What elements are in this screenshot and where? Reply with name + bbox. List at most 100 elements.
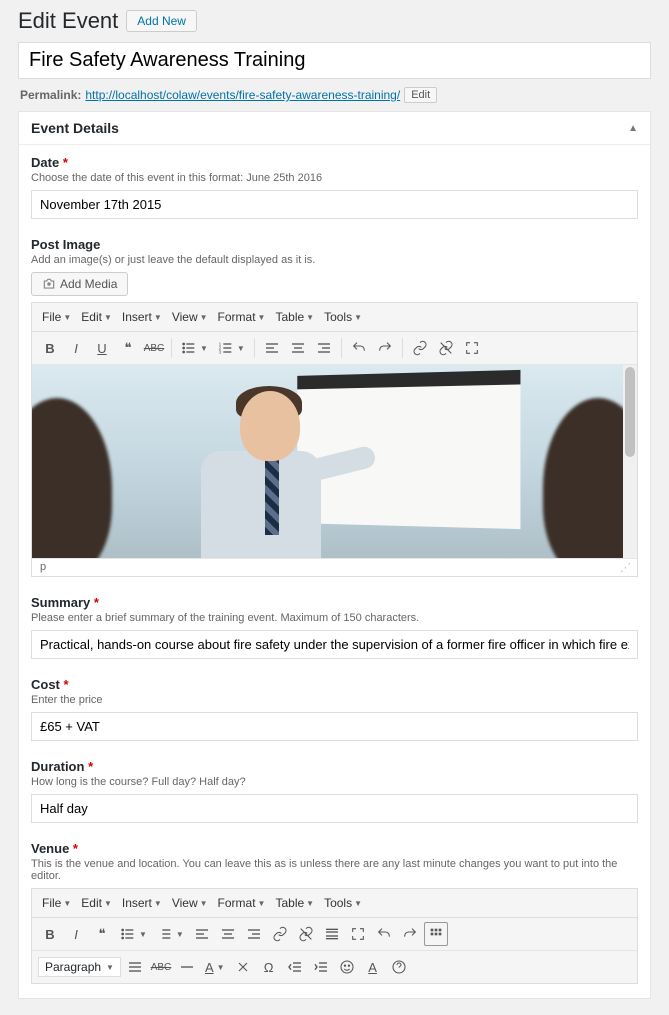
date-input[interactable]	[31, 190, 638, 219]
blockquote-icon[interactable]: ❝	[90, 922, 114, 946]
cost-input[interactable]	[31, 712, 638, 741]
menu-tools[interactable]: Tools▼	[320, 307, 366, 327]
bullet-list-icon[interactable]: ▼	[177, 336, 212, 360]
menu-file[interactable]: File▼	[38, 893, 75, 913]
menu-format[interactable]: Format▼	[214, 307, 270, 327]
field-summary: Summary * Please enter a brief summary o…	[31, 595, 638, 659]
date-desc: Choose the date of this event in this fo…	[31, 172, 638, 184]
required-icon: *	[63, 155, 68, 170]
post-image-editor: File▼ Edit▼ Insert▼ View▼ Format▼ Table▼…	[31, 302, 638, 577]
event-title-input[interactable]	[18, 42, 651, 79]
align-right-icon[interactable]	[242, 922, 266, 946]
required-icon: *	[94, 595, 99, 610]
duration-input[interactable]	[31, 794, 638, 823]
permalink-link[interactable]: http://localhost/colaw/events/fire-safet…	[85, 88, 400, 102]
align-center-icon[interactable]	[216, 922, 240, 946]
editor-toolbar-row1: B I ❝ ▼ ▼	[32, 918, 637, 951]
cost-desc: Enter the price	[31, 694, 638, 706]
fullscreen-icon[interactable]	[460, 336, 484, 360]
paragraph-format-select[interactable]: Paragraph▼	[38, 957, 121, 977]
editor-path[interactable]: p	[40, 561, 46, 574]
link-icon[interactable]	[268, 922, 292, 946]
menu-file[interactable]: File▼	[38, 307, 75, 327]
field-post-image: Post Image Add an image(s) or just leave…	[31, 237, 638, 577]
page-title: Edit Event	[18, 8, 118, 34]
unlink-icon[interactable]	[434, 336, 458, 360]
menu-insert[interactable]: Insert▼	[118, 307, 166, 327]
duration-label: Duration	[31, 759, 84, 774]
numbered-list-icon[interactable]: 123▼	[214, 336, 249, 360]
content-image[interactable]	[32, 365, 623, 558]
permalink-edit-button[interactable]: Edit	[404, 87, 437, 103]
metabox-header[interactable]: Event Details ▲	[19, 112, 650, 145]
align-left-icon[interactable]	[260, 336, 284, 360]
menu-table[interactable]: Table▼	[271, 893, 318, 913]
menu-table[interactable]: Table▼	[271, 307, 318, 327]
menu-format[interactable]: Format▼	[214, 893, 270, 913]
editor-toolbar-row2: Paragraph▼ ABC A▼ Ω A	[32, 951, 637, 983]
fullscreen-icon[interactable]	[346, 922, 370, 946]
outdent-icon[interactable]	[283, 955, 307, 979]
add-media-button[interactable]: Add Media	[31, 272, 128, 296]
align-justify-icon[interactable]	[123, 955, 147, 979]
date-label: Date	[31, 155, 59, 170]
media-icon	[42, 277, 56, 291]
summary-label: Summary	[31, 595, 90, 610]
menu-edit[interactable]: Edit▼	[77, 307, 116, 327]
venue-desc: This is the venue and location. You can …	[31, 858, 638, 882]
editor-scrollbar[interactable]	[623, 365, 637, 558]
post-image-desc: Add an image(s) or just leave the defaul…	[31, 254, 638, 266]
text-color-icon[interactable]: A▼	[201, 955, 229, 979]
help-icon[interactable]	[387, 955, 411, 979]
strikethrough-icon[interactable]: ABC	[149, 955, 173, 979]
emoticon-icon[interactable]	[335, 955, 359, 979]
menu-view[interactable]: View▼	[168, 307, 212, 327]
required-icon: *	[73, 841, 78, 856]
link-icon[interactable]	[408, 336, 432, 360]
blockquote-icon[interactable]: ❝	[116, 336, 140, 360]
undo-icon[interactable]	[347, 336, 371, 360]
bold-icon[interactable]: B	[38, 922, 62, 946]
special-char-icon[interactable]: Ω	[257, 955, 281, 979]
hr-icon[interactable]	[175, 955, 199, 979]
permalink-row: Permalink: http://localhost/colaw/events…	[18, 83, 651, 111]
strikethrough-icon[interactable]: ABC	[142, 336, 166, 360]
align-right-icon[interactable]	[312, 336, 336, 360]
underline-icon[interactable]: A	[361, 955, 385, 979]
add-new-button[interactable]: Add New	[126, 10, 197, 32]
required-icon: *	[64, 677, 69, 692]
cost-label: Cost	[31, 677, 60, 692]
italic-icon[interactable]: I	[64, 336, 88, 360]
italic-icon[interactable]: I	[64, 922, 88, 946]
menu-view[interactable]: View▼	[168, 893, 212, 913]
field-venue: Venue * This is the venue and location. …	[31, 841, 638, 984]
field-date: Date * Choose the date of this event in …	[31, 155, 638, 219]
align-left-icon[interactable]	[190, 922, 214, 946]
venue-label: Venue	[31, 841, 69, 856]
redo-icon[interactable]	[373, 336, 397, 360]
toolbar-toggle-icon[interactable]	[424, 922, 448, 946]
numbered-list-icon[interactable]: ▼	[153, 922, 188, 946]
undo-icon[interactable]	[372, 922, 396, 946]
resize-handle-icon[interactable]: ⋰	[620, 561, 629, 574]
menu-edit[interactable]: Edit▼	[77, 893, 116, 913]
svg-text:3: 3	[219, 349, 222, 354]
summary-desc: Please enter a brief summary of the trai…	[31, 612, 638, 624]
align-center-icon[interactable]	[286, 336, 310, 360]
redo-icon[interactable]	[398, 922, 422, 946]
field-duration: Duration * How long is the course? Full …	[31, 759, 638, 823]
bullet-list-icon[interactable]: ▼	[116, 922, 151, 946]
editor-menubar: File▼ Edit▼ Insert▼ View▼ Format▼ Table▼…	[32, 889, 637, 918]
unlink-icon[interactable]	[294, 922, 318, 946]
indent-icon[interactable]	[309, 955, 333, 979]
metabox-toggle-icon[interactable]: ▲	[628, 123, 638, 134]
menu-insert[interactable]: Insert▼	[118, 893, 166, 913]
bold-icon[interactable]: B	[38, 336, 62, 360]
required-icon: *	[88, 759, 93, 774]
insert-more-icon[interactable]	[320, 922, 344, 946]
clear-format-icon[interactable]	[231, 955, 255, 979]
editor-content-area[interactable]	[32, 365, 637, 558]
menu-tools[interactable]: Tools▼	[320, 893, 366, 913]
summary-input[interactable]	[31, 630, 638, 659]
underline-icon[interactable]: U	[90, 336, 114, 360]
